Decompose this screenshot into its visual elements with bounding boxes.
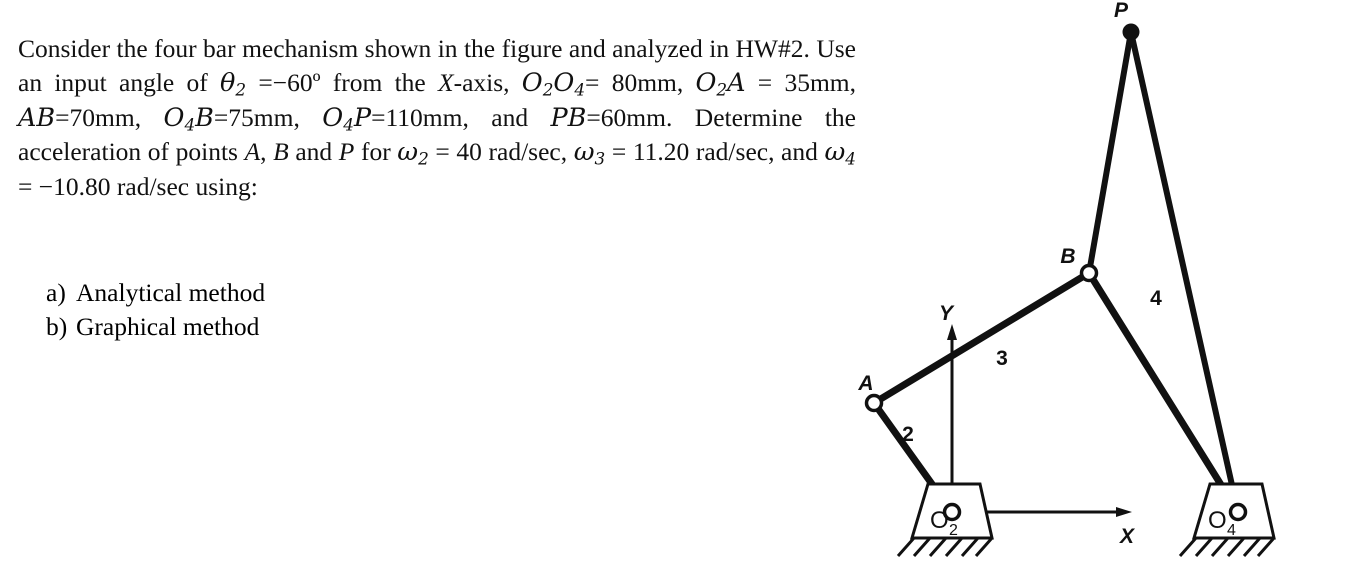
label-link-2: 2	[902, 423, 914, 446]
point-B-ref: B	[273, 137, 289, 167]
label-a: A	[857, 372, 873, 395]
o-glyph-4: O	[163, 102, 185, 133]
pivot-o4-letter: O	[1208, 507, 1227, 534]
o-glyph-2: O	[553, 68, 575, 99]
length-O4B-name: O4B	[164, 103, 214, 133]
length-O4P-value: =110mm	[371, 102, 463, 132]
o-sub-2b: 2	[716, 80, 728, 101]
four-bar-mechanism-figure: P B A Y X 2 3 4 O 2 O 4	[840, 0, 1358, 584]
sep-6: and	[288, 137, 339, 167]
sep-3: ,	[134, 102, 164, 132]
length-PB-value: =60mm	[586, 102, 666, 132]
label-b: B	[1060, 245, 1075, 268]
x-axis-italic: X	[438, 68, 454, 98]
for-word: for	[354, 137, 398, 167]
omega2-value: = 40 rad/sec,	[428, 137, 574, 167]
length-O2A-name: O2A	[696, 68, 746, 98]
label-y-axis: Y	[939, 302, 955, 325]
o-sub-4c: 4	[343, 114, 354, 135]
omega-glyph-1: ω	[397, 137, 419, 168]
omega3-value: = 11.20 rad/sec, and	[605, 137, 825, 167]
omega3-symbol: ω3	[574, 137, 606, 167]
label-x-axis: X	[1119, 525, 1136, 548]
length-AB-name: AB	[18, 102, 56, 133]
length-AB-value: =70mm	[55, 102, 135, 132]
problem-statement: Consider the four bar mechanism shown in…	[18, 32, 856, 204]
point-P-ref: P	[338, 137, 355, 167]
o-sub-4b: 4	[184, 114, 196, 135]
label-link-4: 4	[1150, 287, 1162, 310]
label-link-3: 3	[996, 347, 1008, 370]
omega-sub-2: 2	[418, 148, 429, 169]
and-word: , and	[462, 102, 551, 132]
theta2-symbol: θ2	[220, 68, 246, 98]
point-p-marker	[1122, 23, 1140, 41]
a-glyph: A	[727, 68, 746, 99]
list-marker-a: a)	[46, 278, 66, 307]
x-axis-arrowhead-icon	[1116, 507, 1132, 517]
o-sub-4: 4	[574, 80, 586, 101]
angle-value: =−60º from the	[246, 68, 439, 98]
sep-1: ,	[676, 68, 696, 98]
label-p: P	[1114, 0, 1129, 22]
list-label-analytical: Analytical method	[76, 278, 266, 307]
joint-a	[864, 393, 884, 413]
theta-glyph: θ	[220, 68, 236, 99]
ground-hatching-o2-icon	[896, 537, 994, 557]
omega-glyph-2: ω	[573, 137, 595, 168]
link-4-side-BP	[1086, 29, 1134, 276]
o-glyph-5: O	[322, 102, 344, 133]
method-list: a) Analytical method b) Graphical method	[18, 276, 518, 345]
o-glyph-1: O	[521, 68, 543, 99]
link-4-side-PO4	[1128, 29, 1241, 515]
list-label-graphical: Graphical method	[76, 312, 260, 342]
p-glyph: P	[353, 102, 372, 133]
length-O2O4-name: O2O4	[522, 68, 585, 98]
list-item: b) Graphical method	[18, 310, 518, 344]
ground-hatching-o4-icon	[1178, 537, 1276, 557]
sep-4: ,	[293, 102, 323, 132]
o-glyph-3: O	[695, 68, 717, 99]
joint-o4	[1228, 502, 1248, 522]
pivot-o2-subscript: 2	[949, 522, 958, 539]
problem-paragraph: Consider the four bar mechanism shown in…	[18, 32, 856, 204]
list-marker-b: b)	[46, 312, 68, 342]
theta-subscript: 2	[235, 80, 247, 101]
y-axis-arrowhead-icon	[947, 324, 957, 340]
point-A-ref: A	[244, 137, 261, 167]
link-4-side-O4B	[1085, 269, 1242, 516]
list-item: a) Analytical method	[18, 276, 518, 310]
omega2-symbol: ω2	[397, 137, 429, 167]
length-O4P-name: O4P	[322, 103, 371, 133]
length-PB-name: PB	[550, 102, 587, 133]
omega-sub-3: 3	[594, 148, 606, 169]
sep-5: ,	[260, 137, 274, 167]
length-O2O4-value: = 80mm	[585, 68, 677, 98]
length-O2A-value: = 35mm	[745, 68, 850, 98]
after-x-text: -axis,	[453, 68, 522, 98]
pivot-o4-subscript: 4	[1227, 522, 1236, 539]
omega4-value: = −10.80 rad/sec using:	[18, 171, 258, 201]
b-glyph: B	[195, 102, 214, 133]
link-3-coupler-AB	[870, 269, 1093, 407]
o-sub-2: 2	[542, 80, 554, 101]
pivot-o2-letter: O	[930, 507, 949, 534]
joint-b	[1079, 263, 1099, 283]
length-O4B-value: =75mm	[213, 102, 294, 132]
